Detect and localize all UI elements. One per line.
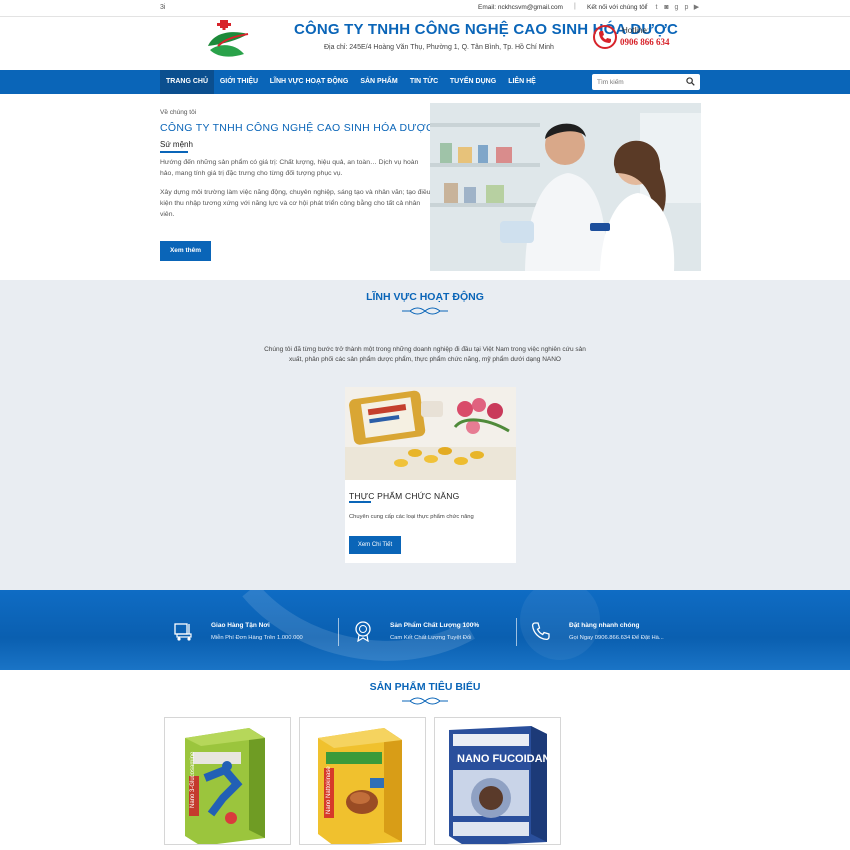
pinterest-icon[interactable]: p [683,3,690,12]
feature-subtitle-order[interactable]: Gọi Ngay 0906.866.634 Để Đặt Hà... [569,635,664,641]
company-title: CÔNG TY TNHH CÔNG NGHỆ CAO SINH HÓA DƯỢC [294,21,679,38]
phone-icon [531,622,550,641]
nav-item-products[interactable]: SẢN PHẨM [354,70,404,94]
about-eyebrow: Về chúng tôi [160,109,197,116]
quality-badge-icon [355,621,371,642]
dna-divider-icon [402,697,448,705]
search-box [592,74,700,90]
nav-item-about[interactable]: GIỚI THIỆU [214,70,264,94]
search-input[interactable] [597,77,682,87]
band-background-decoration [242,590,600,661]
field-card-underline [349,501,371,503]
feature-title-delivery: Giao Hàng Tận Nơi [211,622,270,629]
product-card[interactable]: Nano Nattokinase [299,717,426,845]
product-card[interactable]: NANO FUCOIDAN [434,717,561,845]
top-bar: 3i Email: nckhcsvm@gmail.com | Kết nối v… [0,0,850,17]
twitter-icon[interactable]: t [653,3,660,12]
about-paragraph-1: Hướng đến những sản phẩm có giá trị: Chấ… [160,159,419,177]
product-box-text: Nano 3-Glucosamine [190,751,196,808]
product-box-image: Nano Nattokinase [300,718,425,844]
nav-item-news[interactable]: TIN TỨC [405,70,443,94]
nav-item-contact[interactable]: LIÊN HỆ [502,70,542,94]
field-detail-button[interactable]: Xem Chi Tiết [349,536,401,554]
field-card-title[interactable]: THỰC PHẨM CHỨC NĂNG [349,491,459,501]
product-box-image: NANO FUCOIDAN [435,718,560,844]
about-underline [160,151,188,153]
hotline-label: Hotline: [622,26,650,35]
product-box-text: Nano Nattokinase [326,766,332,814]
about-title: CÔNG TY TNHH CÔNG NGHỆ CAO SINH HÓA DƯỢC [160,122,434,134]
company-address: Địa chỉ: 245E/4 Hoàng Văn Thụ, Phường 1,… [324,44,554,51]
nav-item-fields[interactable]: LĨNH VỰC HOẠT ĐỘNG [266,70,352,94]
phone-icon [593,25,617,49]
top-bar-mark: 3i [160,4,166,11]
field-card-description: Chuyên cung cấp các loại thực phẩm chức … [349,514,474,520]
feature-divider-1 [338,618,339,646]
pharmacists-photo [430,103,701,271]
product-box-image: Nano 3-Glucosamine [165,718,290,844]
google-plus-icon[interactable]: g [673,3,680,12]
social-links: f t ◙ g p ▶ [643,3,700,12]
product-box-text: NANO FUCOIDAN [457,753,551,765]
facebook-icon[interactable]: f [643,3,650,12]
feature-title-order: Đặt hàng nhanh chóng [569,622,640,629]
supplement-capsules-photo [345,387,516,480]
nav-item-careers[interactable]: TUYỂN DỤNG [445,70,501,94]
top-bar-separator: | [574,3,576,10]
product-card[interactable]: Nano 3-Glucosamine [164,717,291,845]
feature-divider-2 [516,618,517,646]
connect-label: Kết nối với chúng tôi [587,4,647,11]
features-band [0,590,850,670]
about-more-button[interactable]: Xem thêm [160,241,211,261]
email-link[interactable]: Email: nckhcsvm@gmail.com [478,4,563,11]
feature-title-quality: Sản Phẩm Chất Lượng 100% [390,622,480,629]
about-subtitle: Sứ mệnh [160,140,193,149]
dna-divider-icon [402,307,448,315]
youtube-icon[interactable]: ▶ [693,3,700,12]
nav-item-home[interactable]: TRANG CHỦ [160,70,214,94]
feature-subtitle-quality: Cam Kết Chất Lượng Tuyệt Đối [390,635,472,641]
products-title: SẢN PHẨM TIÊU BIỂU [369,681,481,693]
feature-subtitle-delivery: Miễn Phí Đơn Hàng Trên 1.000.000 [211,635,303,641]
company-logo[interactable] [204,20,252,60]
fields-description: Chúng tôi đã từng bước trở thành một tro… [264,346,586,363]
instagram-icon[interactable]: ◙ [663,3,670,12]
hotline-number[interactable]: 0906 866 634 [620,37,670,47]
main-nav: TRANG CHỦ GIỚI THIỆU LĨNH VỰC HOẠT ĐỘNG … [0,70,850,94]
about-paragraph-2: Xây dựng môi trường làm việc năng động, … [160,189,431,218]
delivery-icon [174,623,192,641]
search-icon[interactable] [686,77,695,86]
fields-title: LĨNH VỰC HOẠT ĐỘNG [366,291,484,303]
